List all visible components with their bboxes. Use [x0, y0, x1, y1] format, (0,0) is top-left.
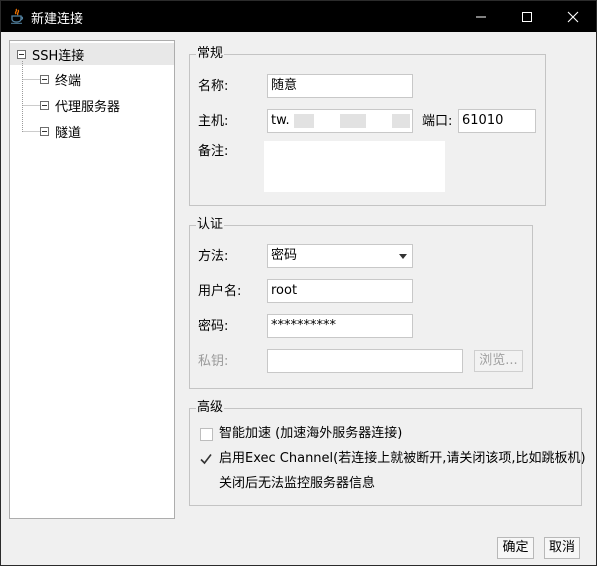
minimize-icon — [476, 16, 486, 17]
maximize-button[interactable] — [504, 1, 550, 32]
host-value: tw. — [271, 113, 290, 128]
name-label: 名称: — [198, 79, 229, 94]
host-label: 主机: — [198, 114, 229, 129]
window-title: 新建连接 — [31, 12, 84, 27]
general-legend: 常规 — [196, 46, 225, 62]
tree-item-label: 代理服务器 — [55, 99, 121, 115]
tree-item-terminal[interactable]: 终端 — [40, 69, 81, 89]
redacted-text — [294, 114, 314, 128]
exec-channel-note: 关闭后无法监控服务器信息 — [219, 476, 376, 491]
auth-legend: 认证 — [196, 217, 225, 233]
collapse-icon[interactable] — [40, 74, 49, 84]
auth-method-select[interactable]: 密码 — [267, 244, 413, 268]
tree-item-label: 终端 — [55, 73, 82, 89]
maximize-icon — [522, 11, 532, 22]
dialog-window: 新建连接 SSH连接 终端 代理服务器 隧道 常规 名称: 随意 主机: tw.… — [0, 0, 597, 566]
password-label: 密码: — [198, 319, 229, 334]
password-field[interactable]: ********** — [267, 314, 413, 338]
host-field[interactable]: tw. — [267, 109, 413, 133]
tree-item-proxy[interactable]: 代理服务器 — [40, 95, 120, 115]
method-label: 方法: — [198, 249, 229, 264]
note-label: 备注: — [198, 144, 229, 159]
collapse-icon[interactable] — [17, 49, 26, 59]
collapse-icon[interactable] — [40, 126, 49, 136]
dropdown-arrow-icon[interactable] — [399, 254, 407, 259]
private-key-label: 私钥: — [198, 354, 229, 369]
private-key-field[interactable] — [267, 349, 463, 373]
exec-channel-label[interactable]: 启用Exec Channel(若连接上就被断开,请关闭该项,比如跳板机) — [219, 451, 586, 467]
port-label: 端口: — [422, 114, 453, 129]
settings-tree: SSH连接 终端 代理服务器 隧道 — [9, 40, 175, 519]
tree-item-ssh[interactable]: SSH连接 — [17, 44, 84, 64]
title-bar[interactable]: 新建连接 — [1, 1, 596, 32]
tree-item-label: 隧道 — [55, 125, 82, 141]
name-field[interactable]: 随意 — [267, 74, 413, 98]
minimize-button[interactable] — [458, 1, 504, 32]
close-icon — [567, 11, 579, 22]
redacted-text — [340, 114, 366, 128]
username-field[interactable]: root — [267, 279, 413, 303]
tree-item-tunnel[interactable]: 隧道 — [40, 121, 81, 141]
auth-method-value: 密码 — [271, 248, 298, 263]
ok-button[interactable]: 确定 — [497, 537, 534, 559]
smart-accel-checkbox[interactable] — [200, 428, 213, 441]
username-label: 用户名: — [198, 284, 242, 299]
note-textarea[interactable] — [264, 141, 445, 192]
exec-channel-checkbox[interactable] — [199, 452, 212, 465]
advanced-legend: 高级 — [196, 400, 225, 416]
browse-button[interactable]: 浏览... — [474, 350, 523, 372]
close-button[interactable] — [550, 1, 596, 32]
cancel-button[interactable]: 取消 — [544, 537, 580, 559]
java-cup-icon — [11, 8, 24, 24]
tree-item-label: SSH连接 — [32, 48, 85, 64]
smart-accel-label[interactable]: 智能加速 (加速海外服务器连接) — [219, 426, 402, 442]
redacted-text — [392, 114, 410, 128]
collapse-icon[interactable] — [40, 100, 49, 110]
checkmark-icon — [200, 454, 212, 465]
port-field[interactable]: 61010 — [458, 109, 536, 133]
